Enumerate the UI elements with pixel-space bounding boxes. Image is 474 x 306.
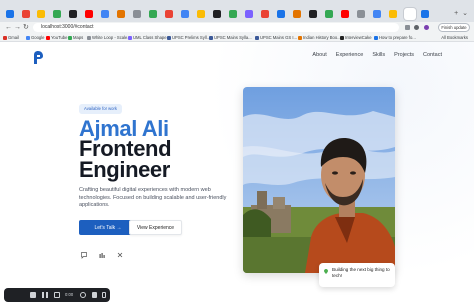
tab-favicon-icon[interactable] [309, 10, 317, 18]
bookmarks-bar: Gmail Google YouTube Maps White Loop - S… [0, 33, 474, 42]
tab-favicon-icon[interactable] [197, 10, 205, 18]
profile-avatar[interactable] [424, 25, 429, 30]
nav-link-about[interactable]: About [312, 52, 326, 58]
back-icon[interactable]: ← [5, 22, 12, 33]
mic-icon[interactable] [80, 292, 86, 298]
tab-favicon-icon[interactable] [181, 10, 189, 18]
bookmark-favicon-icon [128, 35, 132, 40]
address-bar[interactable]: localhost:3000/#contact [33, 23, 399, 32]
linkedin-icon[interactable] [98, 246, 106, 258]
forward-icon[interactable]: → [14, 22, 21, 33]
bookmark-favicon-icon [298, 35, 302, 40]
bookmark-favicon-icon [374, 35, 378, 40]
tab-favicon-icon[interactable] [229, 10, 237, 18]
more-icon[interactable] [102, 292, 106, 298]
tab-favicon-icon[interactable] [69, 10, 77, 18]
hero-description: Crafting beautiful digital experiences w… [79, 187, 227, 209]
bookmark-favicon-icon [209, 35, 213, 40]
bookmark-item[interactable]: UPSC Mains Sylla... [209, 33, 252, 42]
bookmark-item[interactable]: Gmail [3, 33, 19, 42]
restart-icon[interactable] [54, 292, 60, 298]
bookmark-item[interactable]: InterviewCake [340, 33, 372, 42]
tab-favicon-icon[interactable] [101, 10, 109, 18]
stop-icon[interactable] [30, 292, 36, 298]
bookmark-item[interactable]: White Loop - Scale... [87, 33, 131, 42]
active-tab[interactable] [404, 8, 416, 20]
bookmark-item[interactable]: YouTube [46, 33, 67, 42]
tab-favicon-icon[interactable] [373, 10, 381, 18]
tab-favicon-icon[interactable] [133, 10, 141, 18]
bookmark-item[interactable]: Indian History Boo... [298, 33, 341, 42]
tab-favicon-icon[interactable] [357, 10, 365, 18]
tab-favicon-icon[interactable] [389, 10, 397, 18]
site-nav: About Experience Skills Projects Contact [312, 52, 442, 58]
nav-link-skills[interactable]: Skills [372, 52, 385, 58]
extension-icon[interactable] [405, 25, 410, 30]
profile-photo [243, 87, 395, 273]
bookmark-item[interactable]: UPSC Mains GS I... [255, 33, 297, 42]
tab-favicon-icon[interactable] [293, 10, 301, 18]
bookmark-favicon-icon [87, 35, 91, 40]
nav-link-experience[interactable]: Experience [336, 52, 364, 58]
location-pin-icon [324, 269, 328, 274]
pause-icon[interactable] [42, 292, 48, 298]
tab-favicon-icon[interactable] [213, 10, 221, 18]
callout-text: Building the next big thing to tech! [332, 267, 390, 278]
hero-role: Frontend Engineer [79, 136, 172, 182]
tab-favicon-icon[interactable] [149, 10, 157, 18]
github-icon[interactable] [80, 246, 88, 259]
reload-icon[interactable]: ↻ [23, 22, 29, 33]
bookmark-favicon-icon [340, 35, 344, 40]
tab-favicon-icon[interactable] [85, 10, 93, 18]
delete-icon[interactable] [92, 292, 97, 298]
bookmark-item[interactable]: How to prepare fo... [374, 33, 416, 42]
url-text: localhost:3000/#contact [41, 24, 94, 30]
tab-favicon-icon[interactable] [245, 10, 253, 18]
tab-favicon-icon[interactable] [261, 10, 269, 18]
bookmark-favicon-icon [46, 35, 50, 40]
bookmark-item[interactable]: UPSC Prelims Syll... [167, 33, 210, 42]
all-bookmarks-button[interactable]: All Bookmarks [441, 33, 468, 42]
portfolio-page: About Experience Skills Projects Contact… [0, 42, 474, 306]
tab-favicon-icon[interactable] [6, 10, 14, 18]
browser-toolbar: ← → ↻ localhost:3000/#contact Finish upd… [0, 22, 474, 33]
social-links [80, 246, 124, 259]
extension-icon[interactable] [414, 25, 419, 30]
bookmark-favicon-icon [167, 35, 171, 40]
tab-favicon-icon[interactable] [341, 10, 349, 18]
tab-favicon-icon[interactable] [165, 10, 173, 18]
bookmark-item[interactable]: UML Class Shape... [128, 33, 170, 42]
bookmark-favicon-icon [26, 35, 30, 40]
tab-favicon-icon[interactable] [22, 10, 30, 18]
tab-favicon-icon[interactable] [53, 10, 61, 18]
site-logo-icon[interactable] [32, 50, 44, 64]
finish-update-button[interactable]: Finish update [438, 23, 470, 32]
bookmark-favicon-icon [68, 35, 72, 40]
nav-link-projects[interactable]: Projects [394, 52, 414, 58]
tab-strip: + ⌄ [0, 0, 474, 22]
nav-link-contact[interactable]: Contact [423, 52, 442, 58]
tab-favicon-icon[interactable] [421, 10, 429, 18]
x-icon[interactable] [116, 246, 124, 258]
bookmark-item[interactable]: Maps [68, 33, 83, 42]
availability-badge: Available for work [79, 104, 122, 114]
bookmark-favicon-icon [255, 35, 259, 40]
screen-recorder-bar: 0:00 [4, 288, 110, 302]
tab-favicon-icon[interactable] [37, 10, 45, 18]
bookmark-item[interactable]: Google [26, 33, 45, 42]
tab-favicon-icon[interactable] [277, 10, 285, 18]
view-experience-button[interactable]: View Experience [129, 220, 182, 235]
tab-favicon-icon[interactable] [325, 10, 333, 18]
new-tab-icon[interactable]: + ⌄ [454, 9, 468, 17]
tab-favicon-icon[interactable] [117, 10, 125, 18]
bookmark-favicon-icon [3, 35, 7, 40]
status-callout: Building the next big thing to tech! [319, 263, 395, 287]
recording-timer: 0:00 [65, 292, 74, 297]
